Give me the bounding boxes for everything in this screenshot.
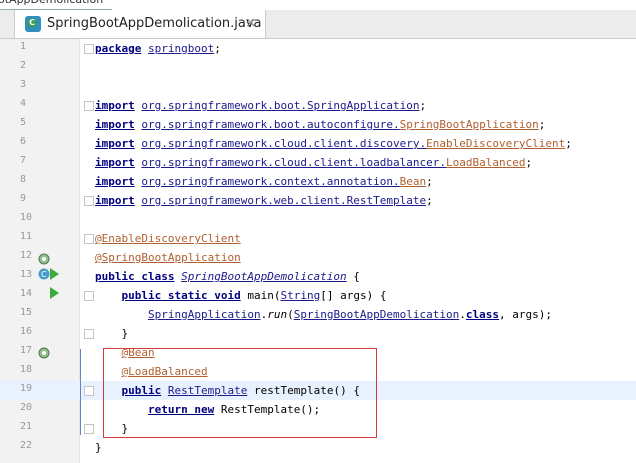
code-text: @SpringBootApplication [95,251,241,264]
code-line[interactable]: 7 import org.springframework.cloud.client… [0,153,636,172]
line-number: 9 [20,193,27,204]
line-number: 1 [20,41,27,52]
line-number: 7 [20,155,27,166]
line-number: 14 [20,288,33,299]
code-line[interactable]: 16 } [0,324,636,343]
code-line[interactable]: 12 @SpringBootApplication [0,248,636,267]
code-text: public class SpringBootAppDemolication { [95,270,360,283]
code-text: package springboot; [95,42,221,55]
close-icon[interactable]: × [245,15,257,31]
line-number: 5 [20,117,27,128]
run-main-icon[interactable] [50,287,59,299]
code-text: SpringApplication.run(SpringBootAppDemol… [147,308,553,321]
line-number: 6 [20,136,27,147]
bean-method-icon[interactable] [38,345,51,359]
tab-title: SpringBootAppDemolication.java [47,16,262,31]
line-number: 21 [20,421,33,432]
breadcrumb[interactable]: otAppDemolication [0,0,636,10]
java-class-icon: C [25,16,41,32]
line-number: 17 [20,345,33,356]
code-line[interactable]: 5 import org.springframework.boot.autocon… [0,115,636,134]
code-line[interactable]: 15 SpringApplication.run(SpringBootAppDe… [0,305,636,324]
code-text: } [95,441,102,454]
code-line[interactable]: 4 import org.springframework.boot.SpringA… [0,96,636,115]
code-text: import org.springframework.context.annot… [95,175,433,188]
fold-icon[interactable] [84,386,94,396]
code-line[interactable]: 6 import org.springframework.cloud.client… [0,134,636,153]
line-number: 10 [20,212,33,223]
breadcrumb-text: otAppDemolication [0,0,103,6]
code-line[interactable]: 2 [0,58,636,77]
bean-icon[interactable] [38,251,51,265]
line-number: 12 [20,250,33,261]
code-line[interactable]: 11 @EnableDiscoveryClient [0,229,636,248]
svg-text:C: C [41,270,47,279]
code-line[interactable]: 22} [0,438,636,457]
code-line[interactable]: 13 public class SpringBootAppDemolication… [0,267,636,286]
code-line[interactable]: 14 public static void main(String[] args… [0,286,636,305]
line-number: 15 [20,307,33,318]
code-text: import org.springframework.boot.SpringAp… [95,99,427,112]
line-number: 22 [20,440,33,451]
fold-icon[interactable] [84,329,94,339]
fold-icon[interactable] [84,101,94,111]
highlight-box [103,348,377,438]
code-line[interactable]: 3 [0,77,636,96]
code-text: } [95,327,129,340]
code-line[interactable]: 8 import org.springframework.context.anno… [0,172,636,191]
line-number: 4 [20,98,27,109]
line-number: 2 [20,60,27,71]
fold-icon[interactable] [84,196,94,206]
change-marker [80,349,81,435]
code-text: public static void main(String[] args) { [121,289,387,302]
line-number: 3 [20,79,27,90]
line-number: 19 [20,383,33,394]
code-line[interactable]: 9 import org.springframework.web.client.R… [0,191,636,210]
editor-tab-bar: C SpringBootAppDemolication.java × [0,10,636,39]
line-number: 18 [20,364,33,375]
tab-springbootappdemolication[interactable]: C SpringBootAppDemolication.java × [14,10,266,38]
line-number: 8 [20,174,27,185]
fold-icon[interactable] [84,291,94,301]
code-text: @EnableDiscoveryClient [95,232,241,245]
line-number: 16 [20,326,33,337]
code-text: import org.springframework.boot.autoconf… [95,118,546,131]
code-text: import org.springframework.cloud.client.… [95,137,572,150]
run-class-icon[interactable] [50,268,59,280]
code-line[interactable]: 1 package springboot; [0,39,636,58]
code-text: import org.springframework.cloud.client.… [95,156,533,169]
code-text: import org.springframework.web.client.Re… [95,194,433,207]
fold-icon[interactable] [84,234,94,244]
code-line[interactable]: 10 [0,210,636,229]
fold-icon[interactable] [84,44,94,54]
fold-icon[interactable] [84,424,94,434]
line-number: 20 [20,402,33,413]
line-number: 11 [20,231,33,242]
line-number: 13 [20,269,33,280]
